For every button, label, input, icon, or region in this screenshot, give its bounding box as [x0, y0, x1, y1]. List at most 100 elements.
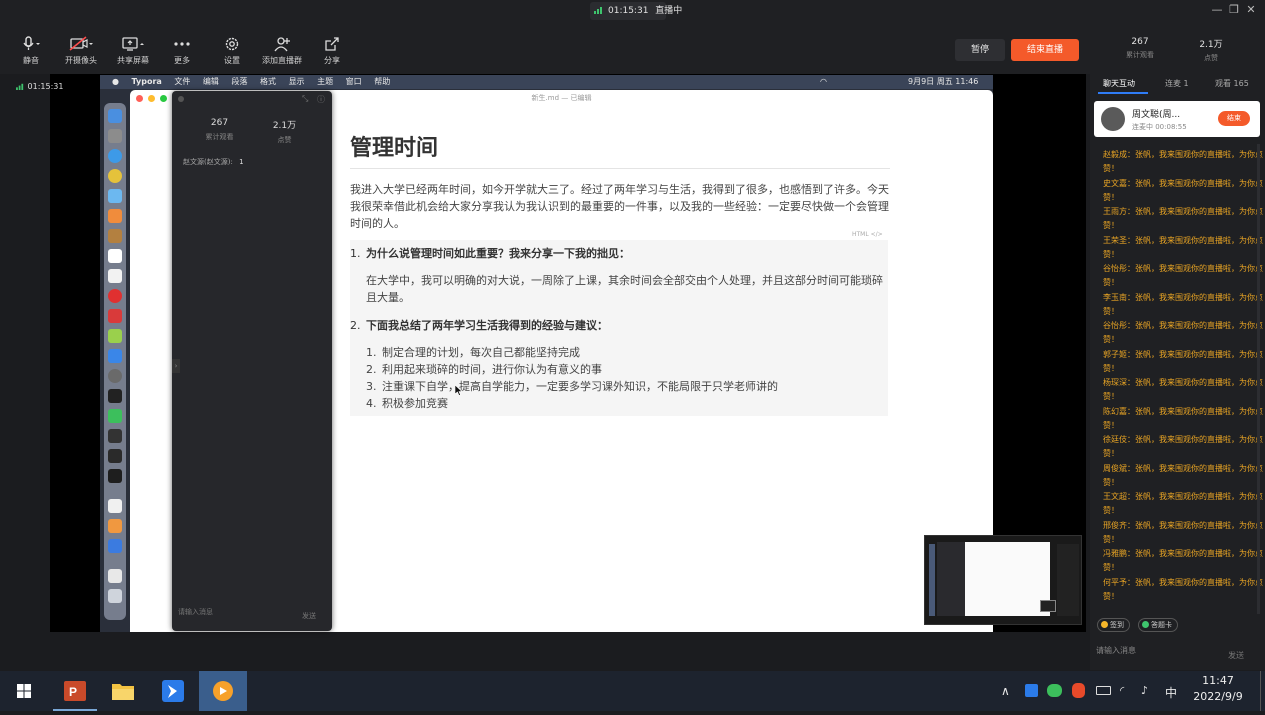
panel-send-button[interactable]: 发送 — [302, 611, 316, 621]
terminal-icon[interactable] — [108, 429, 122, 443]
taskbar-live-app[interactable] — [199, 671, 247, 711]
start-button[interactable] — [2, 671, 46, 711]
chat-message: 谷怡彤：张帆，我来围观你的直播啦，为你点赞！ — [1103, 319, 1263, 347]
tray-feishu-icon[interactable] — [1025, 684, 1038, 697]
add-live-group-button[interactable]: 添加直播群 — [257, 36, 307, 66]
show-desktop-button[interactable] — [1260, 671, 1265, 711]
launchpad-icon[interactable] — [108, 129, 122, 143]
photos-icon[interactable] — [108, 209, 122, 223]
mute-button[interactable]: 静音 — [6, 36, 56, 66]
menu-view[interactable]: 显示 — [289, 77, 305, 86]
wifi-icon[interactable]: ◜ — [1120, 684, 1124, 697]
chat-message: 谷怡彤：张帆，我来围观你的直播啦，为你点赞！ — [1103, 262, 1263, 290]
list-text: 注重课下自学，提高自学能力，一定要多学习课外知识，不能局限于只学老师讲的 — [382, 380, 778, 393]
ime-indicator[interactable]: 中 — [1165, 684, 1177, 701]
typora-icon[interactable] — [108, 499, 122, 513]
document-icon[interactable] — [108, 569, 122, 583]
tray-wechat-icon[interactable] — [1047, 684, 1062, 697]
collapse-icon[interactable]: ⤡ — [302, 94, 308, 104]
more-button[interactable]: 更多 — [157, 36, 207, 66]
share-link-button[interactable]: 分享 — [307, 36, 357, 66]
share-screen-button[interactable]: 共享屏幕 — [108, 36, 158, 66]
menu-typora[interactable]: Typora — [132, 77, 162, 86]
chat-message-sender: 冯雅鹏： — [1103, 549, 1135, 558]
feishu-icon — [162, 680, 184, 702]
taskbar-feishu[interactable] — [151, 671, 195, 711]
list-number: 1. — [366, 346, 377, 359]
panel-expand-handle[interactable]: › — [172, 359, 180, 373]
sign-in-icon — [1101, 621, 1108, 628]
menu-theme[interactable]: 主题 — [317, 77, 333, 86]
feishu-icon[interactable] — [108, 539, 122, 553]
panel-user-row: 赵文源(赵文源): 1 — [183, 157, 244, 167]
q1-number: 1. — [350, 247, 361, 260]
chat-message: 王荣圣：张帆，我来围观你的直播啦，为你点赞！ — [1103, 234, 1263, 262]
restore-icon[interactable]: ❐ — [1227, 3, 1241, 17]
chat-send-button[interactable]: 发送 — [1228, 650, 1244, 661]
menu-paragraph[interactable]: 段落 — [231, 77, 247, 86]
taskbar-file-explorer[interactable] — [101, 671, 145, 711]
answer-card-chip[interactable]: 答题卡 — [1138, 618, 1178, 632]
preview-dock — [929, 544, 935, 616]
reminders-icon[interactable] — [108, 269, 122, 283]
taskbar-clock[interactable]: 11:47 2022/9/9 — [1190, 674, 1246, 703]
end-live-button[interactable]: 结束直播 — [1011, 39, 1079, 61]
activity-icon[interactable] — [108, 469, 122, 483]
tab-co-host[interactable]: 连麦 1 — [1165, 78, 1189, 89]
calendar-icon[interactable] — [108, 249, 122, 263]
wifi-icon[interactable]: ◠ — [820, 75, 827, 89]
menu-help[interactable]: 帮助 — [374, 77, 390, 86]
volume-icon[interactable]: ♪ — [1141, 684, 1148, 697]
camera-button[interactable]: 开摄像头 — [56, 36, 106, 66]
likes-label: 点赞 — [1204, 54, 1218, 62]
typora-document[interactable]: 管理时间 我进入大学已经两年时间，如今开学就大三了。经过了两年学习与生活，我得到… — [350, 130, 890, 416]
settings-button[interactable]: 设置 — [207, 36, 257, 66]
chat-input[interactable]: 请输入消息 — [1096, 645, 1136, 656]
menu-window[interactable]: 窗口 — [346, 77, 362, 86]
finder-icon[interactable] — [108, 109, 122, 123]
tab-viewers[interactable]: 观看 165 — [1215, 78, 1249, 89]
minimize-icon[interactable]: — — [1210, 3, 1224, 17]
chat-scrollbar[interactable] — [1257, 144, 1260, 614]
panel-views-value: 267 — [210, 118, 229, 128]
viewers-total-label: 累计观看 — [1126, 51, 1154, 59]
app-red-icon[interactable] — [108, 309, 122, 323]
chat-message-sender: 陈幻嘉： — [1103, 406, 1135, 416]
list-text: 积极参加竞赛 — [382, 397, 448, 410]
wechat-icon[interactable] — [108, 409, 122, 423]
close-icon[interactable]: ✕ — [1244, 3, 1258, 17]
menu-edit[interactable]: 编辑 — [203, 77, 219, 86]
sign-in-chip[interactable]: 签到 — [1097, 618, 1130, 632]
doc-question-2: 2. 下面我总结了两年学习生活我得到的经验与建议： — [350, 316, 888, 336]
panel-message-input[interactable]: 请输入消息 — [178, 607, 213, 617]
panel-dot-icon[interactable] — [178, 96, 184, 102]
app-orange-icon[interactable] — [108, 519, 122, 533]
end-co-host-button[interactable]: 结束 — [1218, 111, 1250, 126]
app-icon[interactable] — [108, 189, 122, 203]
taskbar-powerpoint[interactable]: P — [53, 671, 97, 711]
system-prefs-icon[interactable] — [108, 369, 122, 383]
avatar — [1101, 107, 1125, 131]
app-store-icon[interactable] — [108, 349, 122, 363]
stage-timer: 01:15:31 — [16, 82, 63, 91]
share-label: 共享屏幕 — [117, 56, 149, 65]
stream-preview-thumbnail[interactable] — [924, 535, 1082, 625]
menu-file[interactable]: 文件 — [174, 77, 190, 86]
tray-qq-icon[interactable] — [1072, 683, 1085, 698]
chrome-icon[interactable] — [108, 169, 122, 183]
console-icon[interactable] — [108, 449, 122, 463]
netease-music-icon[interactable] — [108, 289, 122, 303]
menu-format[interactable]: 格式 — [260, 77, 276, 86]
battery-icon[interactable] — [1096, 686, 1111, 695]
safari-icon[interactable] — [108, 149, 122, 163]
app-green-icon[interactable] — [108, 329, 122, 343]
qq-icon[interactable] — [108, 389, 122, 403]
tray-overflow-icon[interactable]: ∧ — [1001, 684, 1010, 698]
notes-icon[interactable] — [108, 229, 122, 243]
tab-chat[interactable]: 聊天互动 — [1103, 78, 1135, 89]
folder-icon — [112, 684, 134, 700]
apple-icon[interactable]: ● — [112, 77, 119, 86]
pause-button[interactable]: 暂停 — [955, 39, 1005, 61]
help-icon[interactable]: ⓘ — [317, 94, 325, 105]
trash-icon[interactable] — [108, 589, 122, 603]
